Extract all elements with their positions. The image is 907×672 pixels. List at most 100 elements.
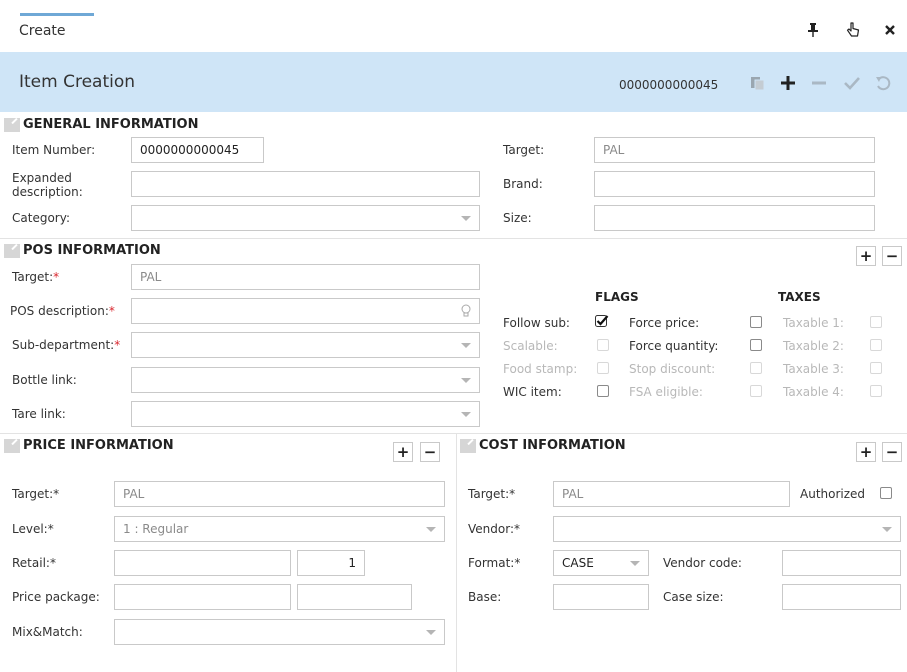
authorized-checkbox[interactable]	[880, 487, 892, 499]
pos-information-section-title: POS INFORMATION	[4, 243, 161, 258]
taxable-2-checkbox[interactable]	[870, 339, 882, 351]
category-label: Category:	[12, 211, 70, 225]
force-quantity-label: Force quantity:	[629, 339, 719, 353]
format-select[interactable]: CASE	[553, 550, 649, 576]
scalable-checkbox[interactable]	[597, 339, 609, 351]
taxable-3-checkbox[interactable]	[870, 362, 882, 374]
taxable-1-checkbox[interactable]	[870, 316, 882, 328]
chevron-down-icon	[461, 216, 471, 221]
item-creation-header	[0, 52, 907, 112]
authorized-label: Authorized	[800, 487, 866, 501]
retail-label: Retail:*	[12, 556, 56, 570]
pos-target-label: Target:*	[12, 270, 60, 284]
level-label: Level:*	[12, 522, 54, 536]
chevron-down-icon	[461, 343, 471, 348]
item-number-input[interactable]: 0000000000045	[131, 137, 264, 163]
bottle-link-label: Bottle link:	[12, 373, 77, 387]
size-input[interactable]	[594, 205, 875, 231]
bottle-link-select[interactable]	[131, 367, 480, 393]
taxable-4-label: Taxable 4:	[783, 385, 844, 399]
taxable-1-label: Taxable 1:	[783, 316, 844, 330]
tare-link-label: Tare link:	[12, 407, 66, 421]
close-icon[interactable]	[882, 22, 898, 38]
cost-target-input[interactable]: PAL	[553, 481, 790, 507]
price-package-input[interactable]	[114, 584, 291, 610]
brand-input[interactable]	[594, 171, 875, 197]
retail-quantity-input[interactable]: 1	[297, 550, 365, 576]
section-divider	[0, 238, 907, 239]
force-price-label: Force price:	[629, 316, 700, 330]
vendor-select[interactable]	[553, 516, 901, 542]
pos-add-button[interactable]: +	[856, 246, 876, 266]
size-label: Size:	[503, 211, 532, 225]
cost-target-label: Target:*	[468, 487, 516, 501]
column-divider	[456, 434, 457, 672]
case-size-input[interactable]	[782, 584, 901, 610]
edit-icon	[4, 243, 20, 258]
mix-match-label: Mix&Match:	[12, 625, 83, 639]
price-information-section-title: PRICE INFORMATION	[4, 438, 174, 453]
tab-create[interactable]: Create	[19, 23, 66, 39]
cost-remove-button[interactable]: −	[882, 442, 902, 462]
edit-icon	[460, 438, 476, 453]
expanded-description-input[interactable]	[131, 171, 480, 197]
minus-icon[interactable]	[810, 74, 828, 92]
chevron-down-icon	[882, 527, 892, 532]
cost-add-button[interactable]: +	[856, 442, 876, 462]
taxable-3-label: Taxable 3:	[783, 362, 844, 376]
item-number-label: Item Number:	[12, 143, 96, 157]
pos-remove-button[interactable]: −	[882, 246, 902, 266]
pin-icon[interactable]	[805, 22, 821, 38]
price-target-input[interactable]: PAL	[114, 481, 445, 507]
flags-header: FLAGS	[595, 290, 639, 304]
chevron-down-icon	[461, 378, 471, 383]
mix-match-select[interactable]	[114, 619, 445, 645]
page-title: Item Creation	[19, 72, 136, 92]
base-label: Base:	[468, 590, 502, 604]
fsa-eligible-checkbox[interactable]	[750, 385, 762, 397]
taxable-4-checkbox[interactable]	[870, 385, 882, 397]
stop-discount-checkbox[interactable]	[750, 362, 762, 374]
level-select[interactable]: 1 : Regular	[114, 516, 445, 542]
price-target-label: Target:*	[12, 487, 60, 501]
price-package-label: Price package:	[12, 590, 100, 604]
vendor-code-label: Vendor code:	[663, 556, 742, 570]
chevron-down-icon	[630, 561, 640, 566]
price-remove-button[interactable]: −	[420, 442, 440, 462]
taxes-header: TAXES	[778, 290, 821, 304]
category-select[interactable]	[131, 205, 480, 231]
retail-price-input[interactable]	[114, 550, 291, 576]
header-item-id: 0000000000045	[619, 78, 719, 92]
lightbulb-icon[interactable]	[461, 304, 471, 318]
force-quantity-checkbox[interactable]	[750, 339, 762, 351]
base-input[interactable]	[553, 584, 649, 610]
follow-sub-checkbox[interactable]	[595, 314, 609, 328]
force-price-checkbox[interactable]	[750, 316, 762, 328]
expanded-description-label: Expanded description:	[12, 171, 83, 199]
pos-target-input[interactable]: PAL	[131, 264, 480, 290]
wic-item-label: WIC item:	[503, 385, 562, 399]
stop-discount-label: Stop discount:	[629, 362, 716, 376]
chevron-down-icon	[426, 630, 436, 635]
chevron-down-icon	[426, 527, 436, 532]
pos-description-label: POS description:*	[10, 304, 115, 318]
price-add-button[interactable]: +	[393, 442, 413, 462]
general-target-input[interactable]: PAL	[594, 137, 875, 163]
price-package-secondary-input[interactable]	[297, 584, 412, 610]
case-size-label: Case size:	[663, 590, 724, 604]
check-icon[interactable]	[843, 74, 861, 92]
taxable-2-label: Taxable 2:	[783, 339, 844, 353]
pointer-icon[interactable]	[845, 22, 861, 38]
plus-icon[interactable]	[779, 74, 797, 92]
tare-link-select[interactable]	[131, 401, 480, 427]
sub-department-select[interactable]	[131, 332, 480, 358]
follow-sub-label: Follow sub:	[503, 316, 570, 330]
vendor-label: Vendor:*	[468, 522, 520, 536]
general-information-section-title: GENERAL INFORMATION	[4, 117, 198, 132]
food-stamp-checkbox[interactable]	[597, 362, 609, 374]
copy-icon[interactable]	[749, 74, 767, 92]
vendor-code-input[interactable]	[782, 550, 901, 576]
wic-item-checkbox[interactable]	[597, 385, 609, 397]
undo-icon[interactable]	[874, 74, 892, 92]
pos-description-input[interactable]	[131, 298, 480, 324]
